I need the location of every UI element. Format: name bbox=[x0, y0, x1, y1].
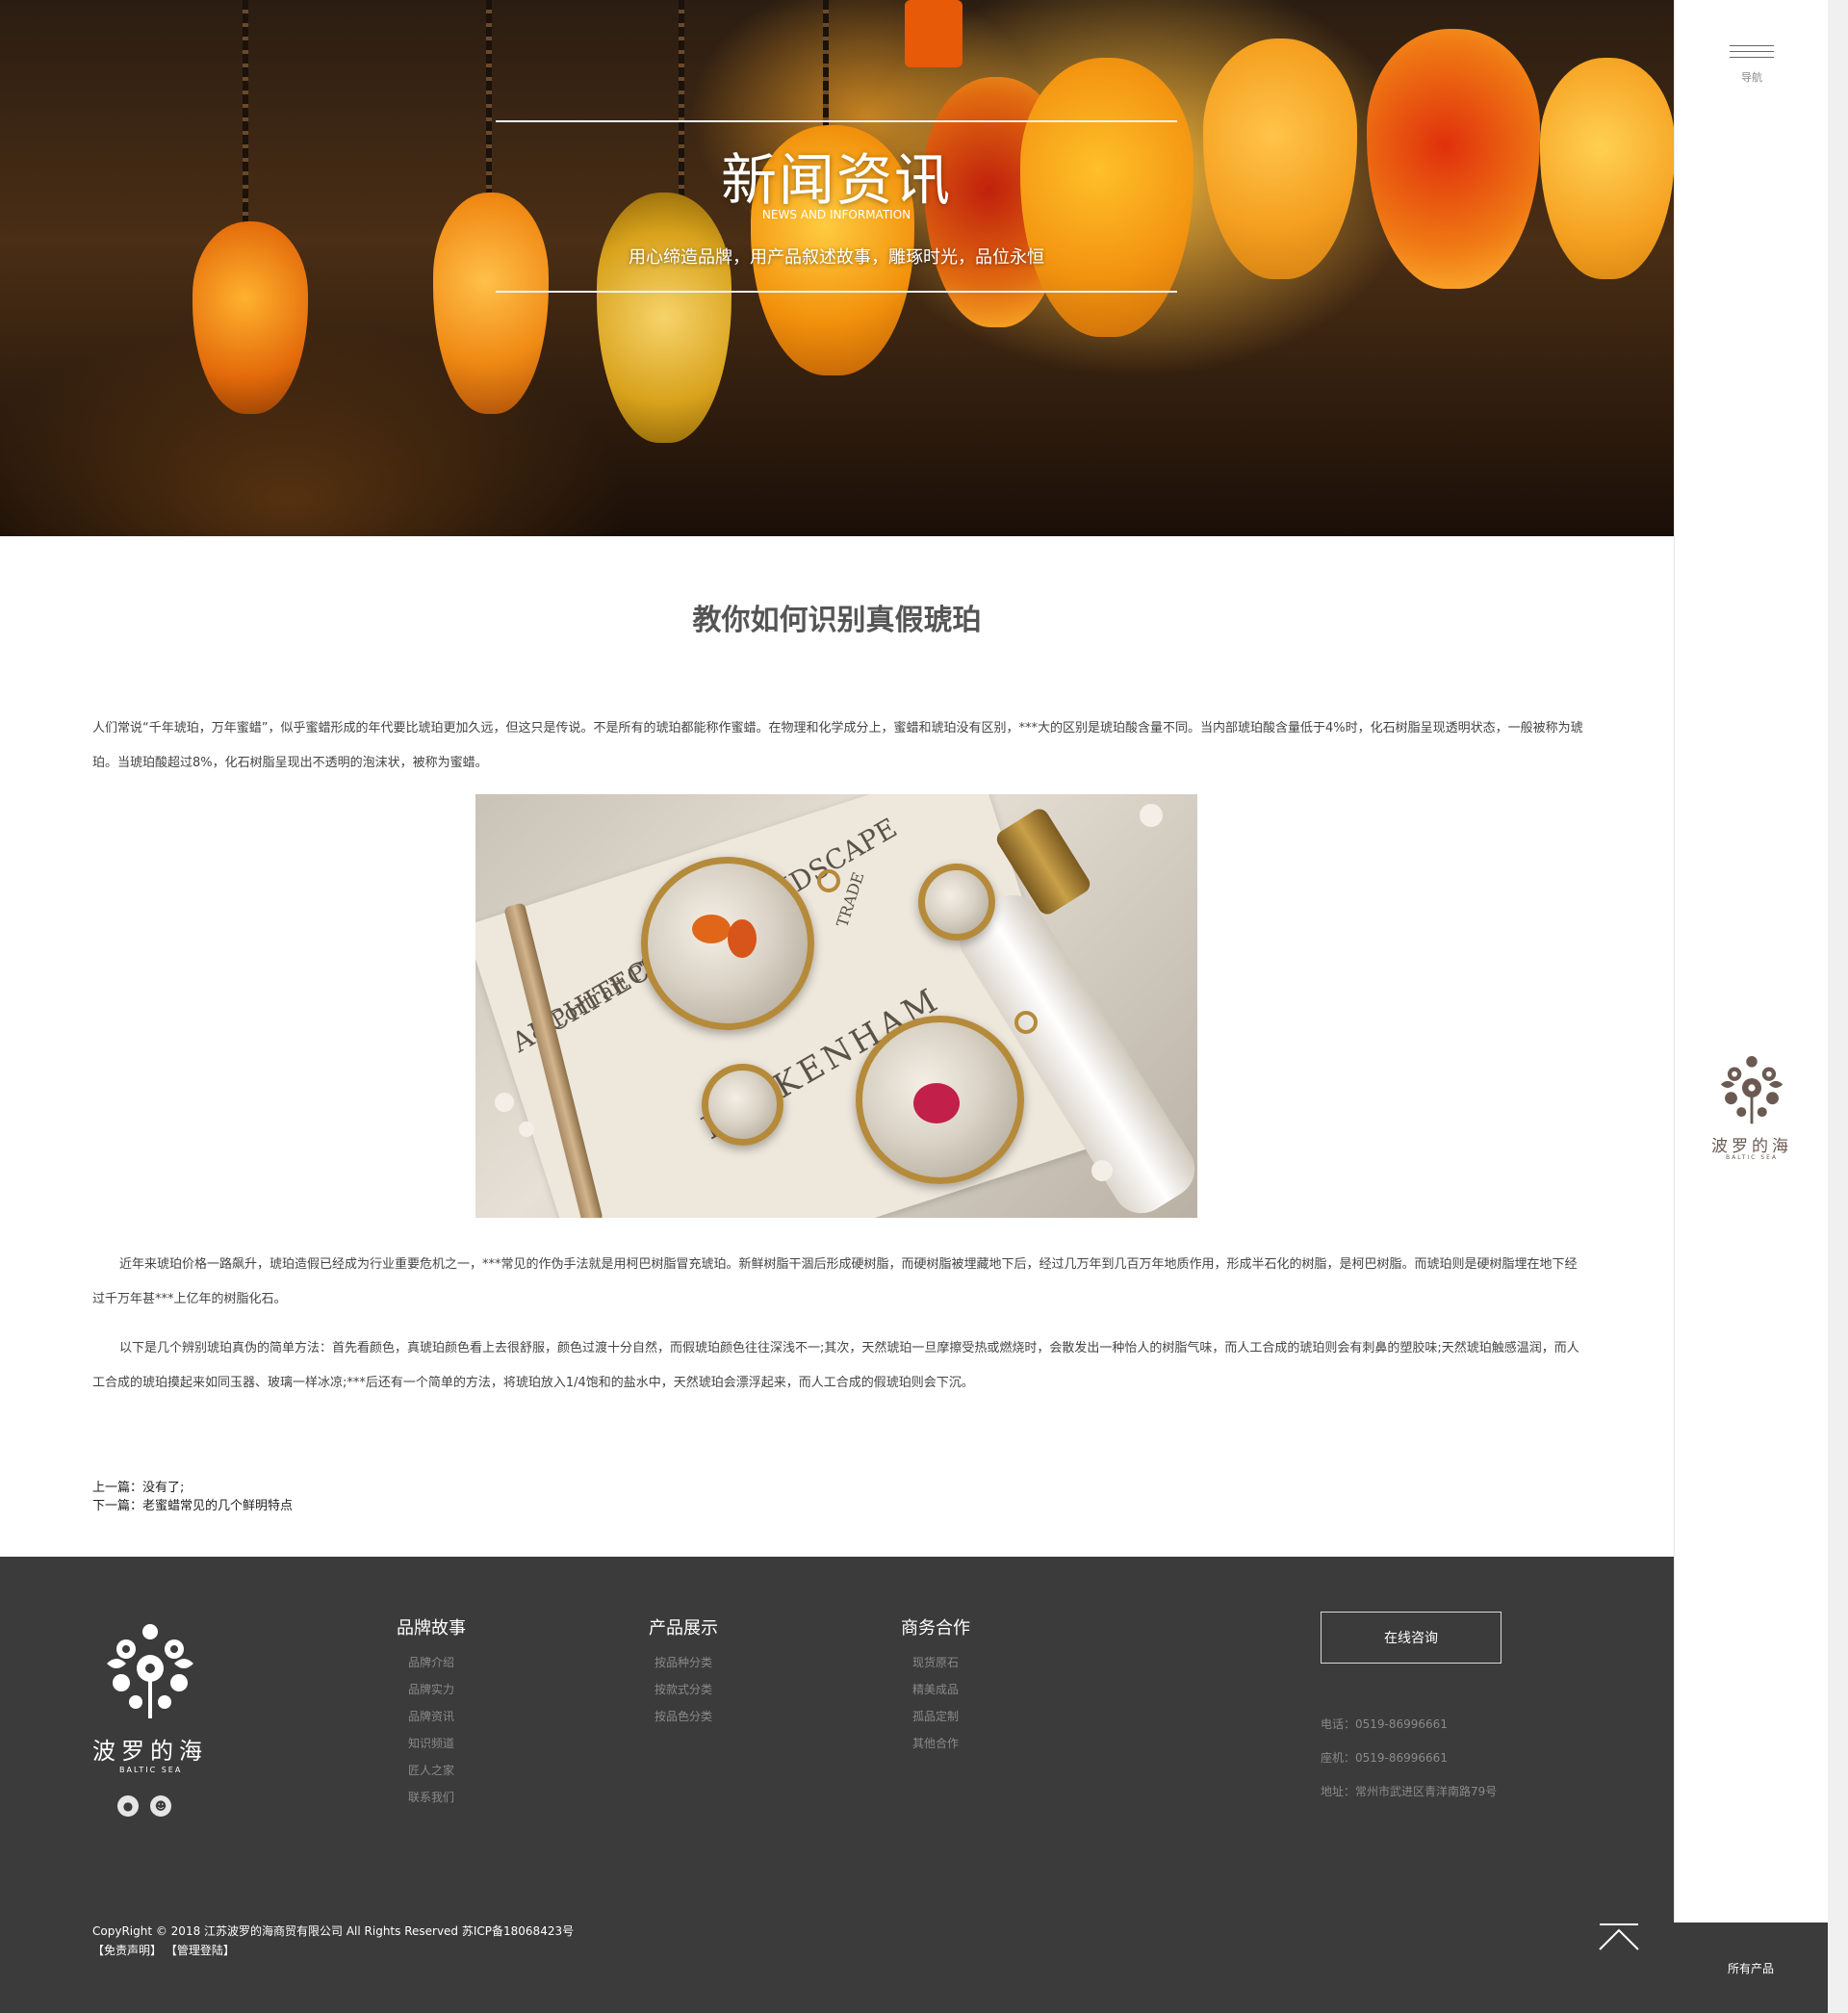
footer: 波罗的海 BALTIC SEA ● ☻ 品牌故事 品牌介绍 品牌实力 品牌资讯 … bbox=[0, 1557, 1674, 2013]
admin-login-link[interactable]: 【管理登陆】 bbox=[166, 1944, 235, 1957]
article-paragraph-2: 近年来琥珀价格一路飙升，琥珀造假已经成为行业重要危机之一，***常见的作伪手法就… bbox=[92, 1257, 1578, 1306]
footer-link[interactable]: 品牌资讯 bbox=[364, 1703, 499, 1730]
footer-landline: 座机：0519-86996661 bbox=[1321, 1751, 1448, 1765]
footer-link[interactable]: 匠人之家 bbox=[364, 1757, 499, 1784]
article-paragraph-3: 以下是几个辨别琥珀真伪的简单方法：首先看颜色，真琥珀颜色看上去很舒服，颜色过渡十… bbox=[92, 1341, 1579, 1390]
copyright: CopyRight © 2018 江苏波罗的海商贸有限公司 All Rights… bbox=[92, 1924, 575, 1938]
hero-bottom-rule bbox=[496, 291, 1177, 293]
article-image: ARCHITECTURAL LANDSCAPE & Portrait Photo… bbox=[475, 794, 1197, 1218]
article-paragraph-1: 人们常说“千年琥珀，万年蜜蜡”，似乎蜜蜡形成的年代要比琥珀更加久远，但这只是传说… bbox=[92, 721, 1583, 770]
footer-address: 地址：常州市武进区青洋南路79号 bbox=[1321, 1785, 1498, 1798]
footer-logo-text: 波罗的海 bbox=[92, 1738, 208, 1765]
hero-banner: 新闻资讯 NEWS AND INFORMATION 用心缔造品牌，用产品叙述故事… bbox=[0, 0, 1674, 536]
footer-link[interactable]: 品牌实力 bbox=[364, 1676, 499, 1703]
wechat-icon[interactable]: ☻ bbox=[150, 1795, 171, 1817]
scrollbar[interactable] bbox=[1828, 0, 1848, 2013]
footer-link[interactable]: 精美成品 bbox=[868, 1676, 1003, 1703]
disclaimer-link[interactable]: 【免责声明】 bbox=[92, 1944, 162, 1957]
previous-article-link[interactable]: 上一篇：没有了; bbox=[92, 1477, 184, 1495]
footer-link[interactable]: 现货原石 bbox=[868, 1649, 1003, 1676]
article-title: 教你如何识别真假琥珀 bbox=[692, 604, 982, 637]
next-article-link[interactable]: 下一篇：老蜜蜡常见的几个鲜明特点 bbox=[92, 1495, 293, 1513]
hero-slogan: 用心缔造品牌，用产品叙述故事，雕琢时光，品位永恒 bbox=[629, 247, 1044, 268]
page-title: 新闻资讯 bbox=[720, 147, 952, 213]
footer-link[interactable]: 孤品定制 bbox=[868, 1703, 1003, 1730]
back-to-top-icon[interactable] bbox=[1596, 1923, 1642, 1951]
footer-column-brand: 品牌故事 品牌介绍 品牌实力 品牌资讯 知识频道 匠人之家 联系我们 bbox=[364, 1614, 499, 1811]
floral-logo-icon bbox=[107, 1624, 193, 1718]
footer-column-business: 商务合作 现货原石 精美成品 孤品定制 其他合作 bbox=[868, 1614, 1003, 1757]
page-subtitle-en: NEWS AND INFORMATION bbox=[761, 208, 911, 221]
online-consult-button[interactable]: 在线咨询 bbox=[1321, 1612, 1502, 1664]
footer-column-title: 品牌故事 bbox=[397, 1618, 466, 1639]
hero-top-rule bbox=[496, 120, 1177, 122]
footer-link[interactable]: 按品种分类 bbox=[616, 1649, 751, 1676]
footer-link[interactable]: 联系我们 bbox=[364, 1784, 499, 1811]
floral-logo-icon bbox=[1720, 1056, 1784, 1124]
right-sidebar: 导航 波罗的海 BALTIC SEA bbox=[1674, 0, 1828, 2013]
sidebar-logo-text: 波罗的海 bbox=[1711, 1137, 1792, 1156]
footer-link[interactable]: 其他合作 bbox=[868, 1730, 1003, 1757]
menu-label[interactable]: 导航 bbox=[1675, 69, 1829, 85]
footer-link[interactable]: 按品色分类 bbox=[616, 1703, 751, 1730]
footer-column-title: 产品展示 bbox=[649, 1618, 718, 1639]
footer-column-title: 商务合作 bbox=[901, 1618, 970, 1639]
sidebar-logo-en: BALTIC SEA bbox=[1726, 1154, 1778, 1161]
footer-link[interactable]: 知识频道 bbox=[364, 1730, 499, 1757]
qq-icon[interactable]: ● bbox=[117, 1795, 139, 1817]
menu-icon[interactable] bbox=[1730, 45, 1774, 63]
footer-link[interactable]: 按款式分类 bbox=[616, 1676, 751, 1703]
all-products-button[interactable]: 所有产品 bbox=[1674, 1923, 1828, 2013]
footer-logo-en: BALTIC SEA bbox=[119, 1766, 183, 1774]
footer-column-products: 产品展示 按品种分类 按款式分类 按品色分类 bbox=[616, 1614, 751, 1730]
article: 教你如何识别真假琥珀 人们常说“千年琥珀，万年蜜蜡”，似乎蜜蜡形成的年代要比琥珀… bbox=[0, 536, 1674, 1557]
footer-link[interactable]: 品牌介绍 bbox=[364, 1649, 499, 1676]
footer-phone: 电话：0519-86996661 bbox=[1321, 1717, 1448, 1731]
footer-legal-links: 【免责声明】 【管理登陆】 bbox=[92, 1942, 235, 1958]
